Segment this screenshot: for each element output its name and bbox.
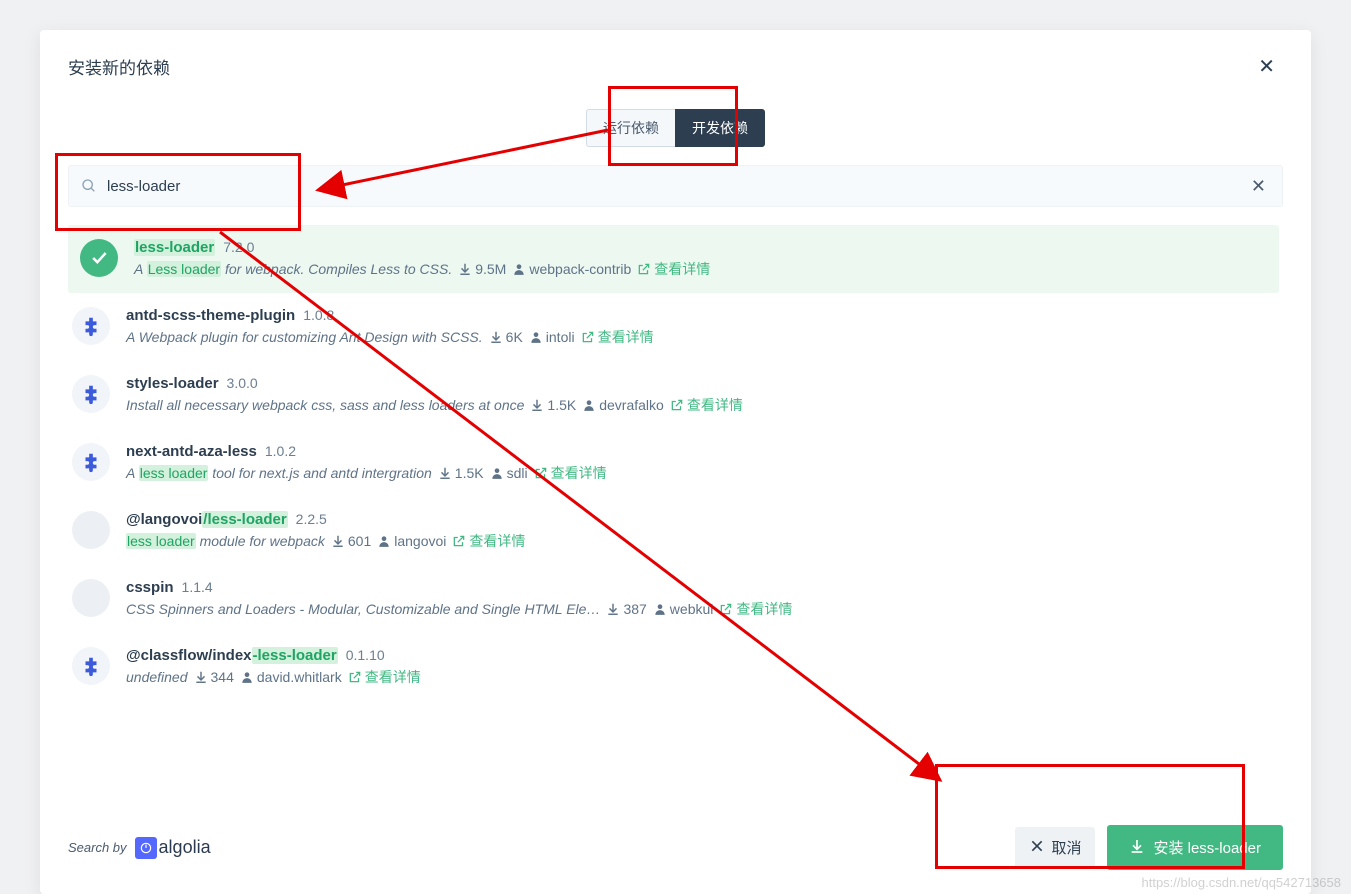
download-count: 1.5K [438,465,484,481]
download-count: 387 [606,601,646,617]
package-owner: david.whitlark [240,669,342,685]
result-item[interactable]: less-loader 7.2.0 A Less loader for webpac… [68,225,1279,293]
avatar [72,511,110,549]
search-input[interactable] [107,178,1247,195]
package-owner: devrafalko [582,397,664,413]
result-body: csspin 1.1.4 CSS Spinners and Loaders - Mo… [126,579,1271,619]
close-icon [1029,838,1045,858]
package-name: antd-scss-theme-plugin [126,307,295,324]
cancel-button[interactable]: 取消 [1015,827,1095,868]
algolia-mark-icon [135,837,157,859]
result-body: antd-scss-theme-plugin 1.0.8 A Webpack plu… [126,307,1271,347]
install-dependency-modal: 安装新的依赖 ✕ 运行依赖 开发依赖 ✕ less-loader 7.2.0 A L… [40,30,1311,894]
package-description: undefined [126,669,188,685]
package-version: 1.1.4 [182,579,213,595]
close-button[interactable]: ✕ [1250,50,1283,83]
result-item[interactable]: antd-scss-theme-plugin 1.0.8 A Webpack plu… [68,293,1279,361]
search-icon [81,178,97,194]
tab-dev-deps[interactable]: 开发依赖 [675,109,765,147]
view-details-link[interactable]: 查看详情 [719,599,792,619]
package-owner: sdli [490,465,528,481]
results-list[interactable]: less-loader 7.2.0 A Less loader for webpac… [68,225,1283,805]
check-icon [80,239,118,277]
package-version: 3.0.0 [227,375,258,391]
view-details-link[interactable]: 查看详情 [534,463,607,483]
package-name: @classflow/index-less-loader [126,647,338,664]
result-body: less-loader 7.2.0 A Less loader for webpac… [134,239,1271,279]
result-item[interactable]: @classflow/index-less-loader 0.1.10 undefi… [68,633,1279,701]
package-version: 7.2.0 [223,239,254,255]
package-name: csspin [126,579,174,596]
result-body: next-antd-aza-less 1.0.2 A less loader too… [126,443,1271,483]
result-body: @classflow/index-less-loader 0.1.10 undefi… [126,647,1271,687]
package-owner: langovoi [377,533,446,549]
package-name: less-loader [134,239,215,256]
result-item[interactable]: styles-loader 3.0.0 Install all necessary … [68,361,1279,429]
watermark: https://blog.csdn.net/qq542713658 [1142,875,1342,890]
package-description: less loader module for webpack [126,533,325,549]
cancel-label: 取消 [1051,837,1081,858]
package-description: A Less loader for webpack. Compiles Less… [134,261,452,277]
plugin-icon [72,307,110,345]
avatar [72,579,110,617]
package-version: 0.1.10 [346,647,385,663]
package-owner: webkul [653,601,714,617]
package-description: A Webpack plugin for customizing Ant Des… [126,329,483,345]
package-version: 1.0.8 [303,307,334,323]
result-item[interactable]: csspin 1.1.4 CSS Spinners and Loaders - Mo… [68,565,1279,633]
result-body: styles-loader 3.0.0 Install all necessary … [126,375,1271,415]
result-item[interactable]: @langovoi/less-loader 2.2.5 less loader mo… [68,497,1279,565]
download-count: 6K [489,329,523,345]
clear-search-button[interactable]: ✕ [1247,172,1270,201]
dependency-type-tabs: 运行依赖 开发依赖 [40,109,1311,147]
package-description: Install all necessary webpack css, sass … [126,397,524,413]
install-label: 安装 less-loader [1153,837,1261,858]
result-item[interactable]: next-antd-aza-less 1.0.2 A less loader too… [68,429,1279,497]
tab-runtime-deps[interactable]: 运行依赖 [586,109,675,147]
result-body: @langovoi/less-loader 2.2.5 less loader mo… [126,511,1271,551]
download-count: 601 [331,533,371,549]
modal-title: 安装新的依赖 [68,54,170,79]
plugin-icon [72,375,110,413]
package-owner: intoli [529,329,575,345]
view-details-link[interactable]: 查看详情 [581,327,654,347]
download-icon [1129,838,1145,858]
package-version: 1.0.2 [265,443,296,459]
package-name: next-antd-aza-less [126,443,257,460]
search-field[interactable]: ✕ [68,165,1283,207]
modal-footer: Search by algolia 取消 安装 less-loader [40,805,1311,894]
plugin-icon [72,443,110,481]
download-count: 9.5M [458,261,506,277]
plugin-icon [72,647,110,685]
view-details-link[interactable]: 查看详情 [670,395,743,415]
package-description: CSS Spinners and Loaders - Modular, Cust… [126,601,600,617]
search-by-label: Search by [68,840,127,855]
algolia-logo: algolia [135,837,211,859]
view-details-link[interactable]: 查看详情 [348,667,421,687]
modal-header: 安装新的依赖 ✕ [40,30,1311,91]
footer-actions: 取消 安装 less-loader [1015,825,1283,870]
install-button[interactable]: 安装 less-loader [1107,825,1283,870]
download-count: 344 [194,669,234,685]
download-count: 1.5K [530,397,576,413]
package-version: 2.2.5 [296,511,327,527]
package-description: A less loader tool for next.js and antd … [126,465,432,481]
package-name: @langovoi/less-loader [126,511,288,528]
package-name: styles-loader [126,375,219,392]
package-owner: webpack-contrib [512,261,631,277]
algolia-badge: Search by algolia [68,837,211,859]
view-details-link[interactable]: 查看详情 [452,531,525,551]
view-details-link[interactable]: 查看详情 [637,259,710,279]
